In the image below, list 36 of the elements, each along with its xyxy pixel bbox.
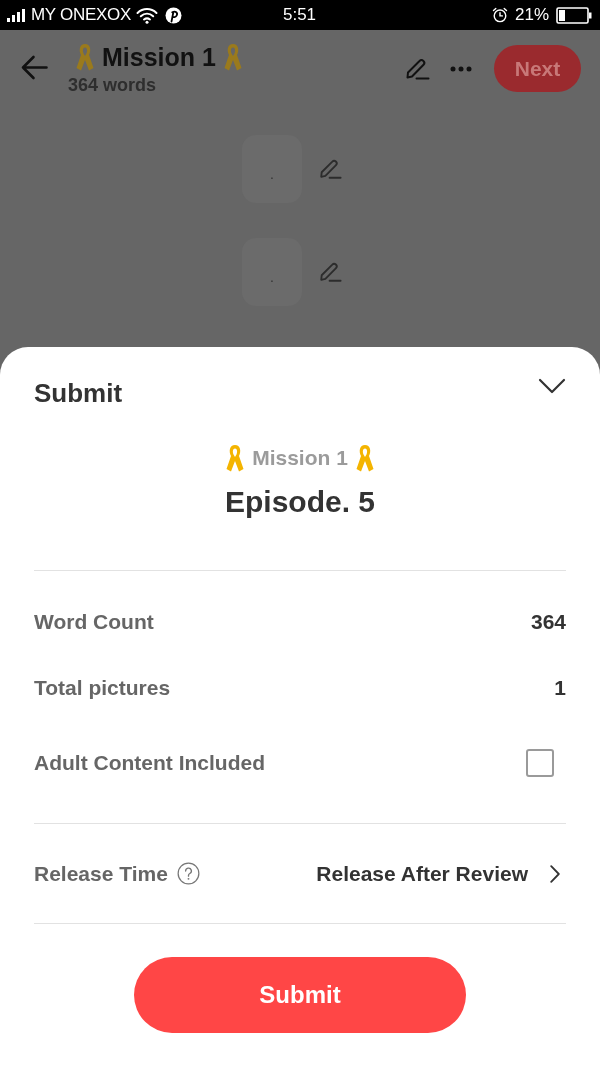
field-label: Release Time	[34, 861, 168, 886]
pencil-icon[interactable]	[318, 157, 342, 181]
more-icon[interactable]	[450, 65, 472, 72]
help-icon[interactable]	[176, 862, 200, 885]
submit-button[interactable]: Submit	[134, 957, 466, 1033]
checkbox[interactable]	[526, 749, 554, 777]
story-name: Mission 1	[252, 445, 348, 471]
sheet-title: Submit	[34, 377, 123, 409]
field-value: 1	[554, 676, 566, 700]
ribbon-icon	[74, 43, 96, 71]
word-count-text: 364 words	[68, 74, 158, 96]
field-label: Adult Content Included	[34, 751, 265, 775]
field-label: Total pictures	[34, 676, 171, 700]
next-button[interactable]: Next	[494, 45, 581, 92]
paragraph-text: .	[270, 268, 274, 284]
field-value: 364	[530, 610, 566, 634]
pencil-icon[interactable]	[318, 260, 342, 284]
battery-icon	[556, 6, 592, 24]
round-logo-icon	[164, 6, 182, 24]
paragraph-block[interactable]: .	[242, 238, 302, 306]
episode-title: Episode. 5	[224, 484, 375, 520]
status-time: 5:51	[282, 5, 317, 25]
chevron-right-icon	[550, 864, 560, 883]
paragraph-block[interactable]: .	[242, 135, 302, 203]
field-label: Word Count	[34, 610, 154, 634]
battery-percent: 21%	[514, 5, 549, 25]
release-time-selector[interactable]: Release After Review	[316, 861, 560, 886]
paragraph-text: .	[270, 165, 274, 181]
carrier-name: MY ONEXOX	[31, 5, 131, 25]
signal-icon	[7, 8, 28, 22]
alarm-clock-icon	[491, 7, 508, 23]
chevron-down-icon[interactable]	[538, 378, 566, 394]
story-title: Mission 1	[102, 42, 216, 72]
back-arrow-icon[interactable]	[21, 55, 48, 80]
wifi-icon	[135, 6, 158, 24]
pencil-icon[interactable]	[404, 56, 430, 81]
